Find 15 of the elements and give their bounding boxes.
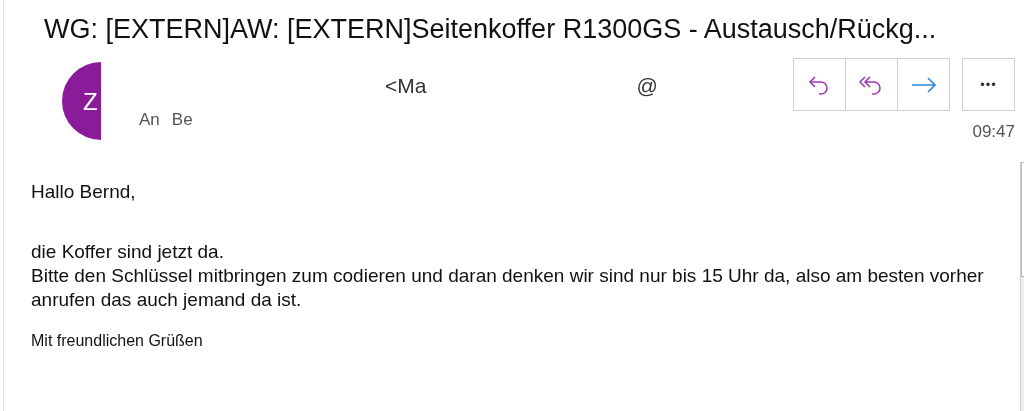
body-text: die Koffer sind jetzt da.	[31, 240, 225, 264]
received-time: 09:47	[972, 122, 1015, 142]
more-button[interactable]: •••	[962, 58, 1015, 111]
body-text: Bitte den Schlüssel mitbringen zum codieren und daran denken wir sind nur bis 15 Uhr da, also am besten vorher anrufen das auch jemand da ist.	[31, 264, 985, 312]
reply-all-button[interactable]	[845, 58, 898, 111]
closing-text: Mit freundlichen Grüßen	[31, 331, 204, 351]
forward-button[interactable]	[897, 58, 950, 111]
recipient-label: An	[139, 110, 160, 130]
greeting: Hallo Bernd,	[31, 180, 137, 204]
recipient-name: Be	[171, 110, 193, 130]
sender-address: @	[636, 74, 658, 98]
reply-button[interactable]	[793, 58, 846, 111]
email-subject: WG: [EXTERN]AW: [EXTERN]Seitenkoffer R1300GS - Austausch/Rückg...	[43, 13, 938, 45]
forward-arrow-icon	[910, 76, 937, 93]
sender-name: <Ma	[385, 74, 427, 98]
